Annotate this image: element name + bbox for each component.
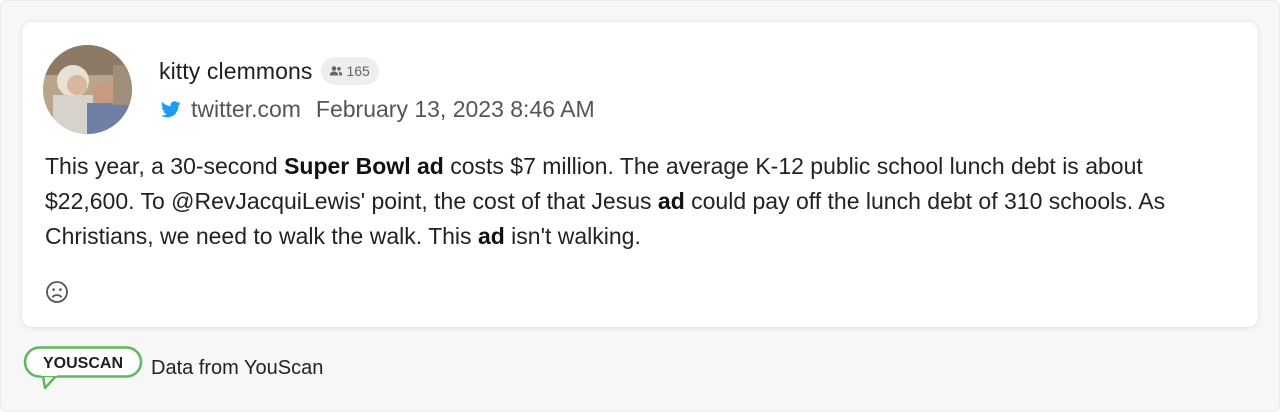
source-row: twitter.com February 13, 2023 8:46 AM: [161, 94, 595, 124]
people-icon: [330, 66, 343, 76]
followers-badge: 165: [321, 57, 379, 85]
post-card: kitty clemmons 165 twitter.com February …: [22, 22, 1258, 327]
keyword-highlight: ad: [657, 188, 685, 214]
sad-face-icon[interactable]: [45, 280, 69, 304]
avatar-image: [43, 45, 132, 134]
widget-frame: kitty clemmons 165 twitter.com February …: [0, 0, 1280, 412]
keyword-highlight: ad: [477, 223, 505, 249]
text-segment: isn't walking.: [504, 223, 641, 249]
text-segment: This year, a 30-second: [45, 153, 285, 179]
data-credit: Data from YouScan: [151, 356, 324, 379]
avatar[interactable]: [43, 45, 132, 134]
post-date[interactable]: February 13, 2023 8:46 AM: [316, 96, 595, 123]
post-text: This year, a 30-second Super Bowl ad cos…: [45, 149, 1175, 254]
footer: YOUSCAN Data from YouScan: [23, 345, 323, 391]
logo-text: YOUSCAN: [43, 355, 123, 372]
followers-count: 165: [346, 63, 370, 79]
twitter-icon: [161, 100, 181, 118]
author-name[interactable]: kitty clemmons: [159, 58, 312, 85]
youscan-logo[interactable]: YOUSCAN: [23, 345, 145, 391]
source-link[interactable]: twitter.com: [191, 96, 301, 123]
keyword-highlight: Super Bowl ad: [284, 153, 444, 179]
author-row: kitty clemmons 165: [159, 56, 379, 86]
